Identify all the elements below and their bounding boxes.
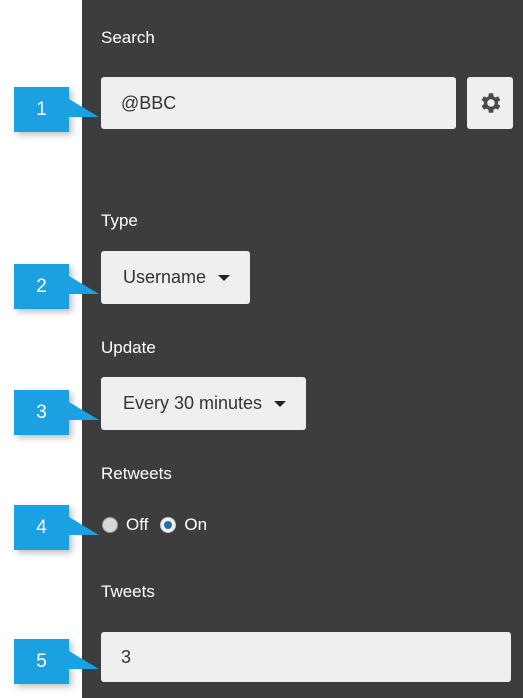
type-label: Type [101,211,138,230]
update-dropdown[interactable]: Every 30 minutes [101,377,307,430]
callout-badge-2: 2 [14,264,69,309]
retweets-on-label: On [184,515,208,534]
update-label: Update [101,338,156,357]
callout-pointer [69,402,99,420]
retweets-label: Retweets [101,464,172,483]
settings-button[interactable] [467,77,513,129]
callout-pointer [69,651,99,669]
type-dropdown[interactable]: Username [101,251,251,304]
tweets-label: Tweets [101,582,155,601]
tweets-input[interactable]: 3 [101,632,511,682]
search-label: Search [101,28,155,47]
callout-pointer [69,517,99,535]
gear-icon [481,93,501,113]
tweets-input-value: 3 [121,646,132,667]
type-dropdown-value: Username [123,267,207,287]
retweets-radio-group: Off On [102,511,219,539]
callout-badge-3: 3 [14,390,69,435]
callout-badge-5: 5 [14,639,69,684]
callout-badge-4: 4 [14,505,69,550]
callout-badge-1: 1 [14,87,69,132]
callout-pointer [69,276,99,294]
retweets-off-radio[interactable] [102,517,118,533]
search-input[interactable]: @BBC [101,77,456,129]
retweets-off-label: Off [126,515,149,534]
update-dropdown-value: Every 30 minutes [123,393,263,413]
caret-down-icon [274,400,287,407]
search-input-value: @BBC [121,92,177,113]
radio-selected-dot [164,521,173,529]
caret-down-icon [218,274,231,281]
retweets-on-radio[interactable] [160,517,177,533]
callout-pointer [69,99,99,117]
